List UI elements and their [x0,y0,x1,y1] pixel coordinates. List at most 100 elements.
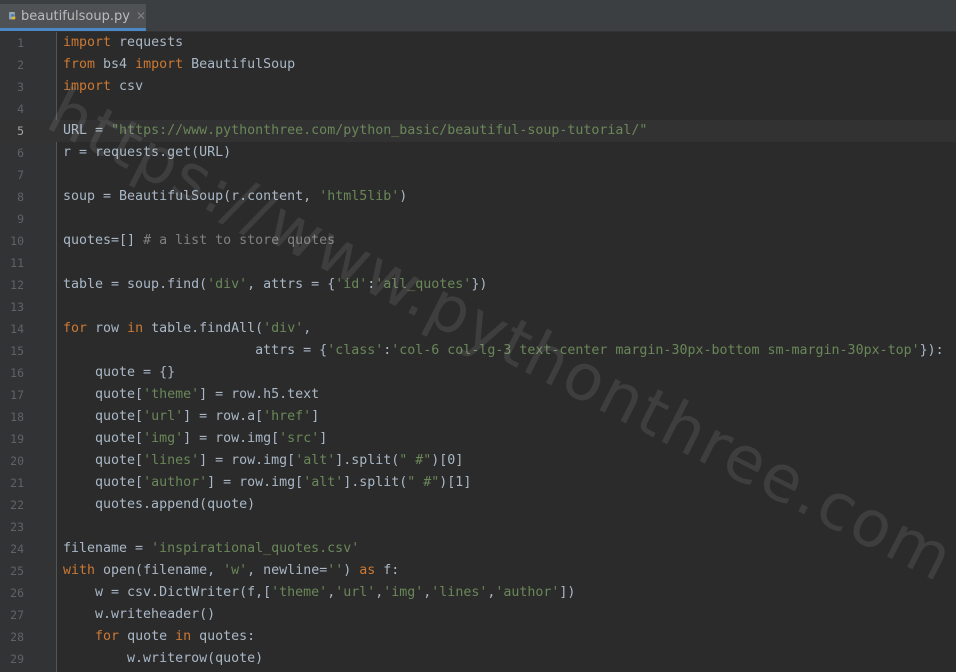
line-number: 9 [17,212,24,226]
code-token: )[0] [431,453,464,468]
line-number: 8 [17,190,24,204]
code-token: ] = row.img[ [183,431,280,446]
code-token: quote [119,629,176,644]
code-token: from [63,57,96,72]
code-token: r = requests.get(URL) [63,145,232,160]
line-number: 28 [10,630,24,644]
line-code: for row in table.findAll('div', [63,318,311,340]
code-token: }): [919,343,944,358]
code-token: " #" [399,453,432,468]
code-line[interactable]: 28 for quote in quotes: [0,626,956,648]
code-token: requests [111,35,184,50]
code-line[interactable]: 16 quote = {} [0,362,956,384]
code-line[interactable]: 2 from bs4 import BeautifulSoup [0,54,956,76]
code-token: , attrs = { [247,277,336,292]
code-token: '' [327,563,344,578]
code-line[interactable]: 18 quote['url'] = row.a['href'] [0,406,956,428]
code-token: 'url' [335,585,376,600]
code-token: 'author' [495,585,560,600]
code-token: ] = row.img[ [199,453,296,468]
code-line[interactable]: 25 with open(filename, 'w', newline='') a… [0,560,956,582]
code-line[interactable]: 15 attrs = {'class':'col-6 col-lg-3 text… [0,340,956,362]
code-token: import [63,35,112,50]
line-number: 21 [10,476,24,490]
file-tab-label: beautifulsoup.py [21,8,130,24]
code-line[interactable]: 24 filename = 'inspirational_quotes.csv' [0,538,956,560]
code-token: csv [111,79,144,94]
line-code: import requests [63,32,183,54]
line-code: import csv [63,76,143,98]
line-code: w.writeheader() [63,604,215,626]
code-line[interactable]: 21 quote['author'] = row.img['alt'].spli… [0,472,956,494]
code-token: 'alt' [303,475,344,490]
code-token: ] = row.a[ [183,409,264,424]
code-token: for [63,321,88,336]
code-token: , [303,321,312,336]
line-number: 27 [10,608,24,622]
code-token: BeautifulSoup [183,57,296,72]
code-token: filename = [63,541,152,556]
code-token: # a list to store quotes [143,233,336,248]
code-line[interactable]: 11 [0,252,956,274]
code-line[interactable]: 23 [0,516,956,538]
code-token: ].split( [343,475,408,490]
code-line[interactable]: 12 table = soup.find('div', attrs = {'id'… [0,274,956,296]
code-line[interactable]: 3 import csv [0,76,956,98]
code-token: , newline= [247,563,328,578]
line-number: 15 [10,344,24,358]
line-number: 19 [10,432,24,446]
line-code: filename = 'inspirational_quotes.csv' [63,538,359,560]
code-token: quotes: [191,629,256,644]
line-code: with open(filename, 'w', newline='') as … [63,560,399,582]
line-code: w = csv.DictWriter(f,['theme','url','img… [63,582,575,604]
code-line[interactable]: 20 quote['lines'] = row.img['alt'].split… [0,450,956,472]
line-number: 11 [10,256,24,270]
line-number: 26 [10,586,24,600]
close-tab-icon[interactable]: ✕ [136,9,146,23]
code-token: w = csv.DictWriter(f,[ [63,585,272,600]
code-line[interactable]: 9 [0,208,956,230]
code-token: quote[ [63,453,144,468]
line-number: 10 [10,234,24,248]
code-token: as [359,563,376,578]
code-line[interactable]: 29 w.writerow(quote) [0,648,956,670]
code-line[interactable]: 27 w.writeheader() [0,604,956,626]
code-line[interactable]: 22 quotes.append(quote) [0,494,956,516]
code-line[interactable]: 10 quotes=[] # a list to store quotes [0,230,956,252]
code-token: w.writeheader() [63,607,216,622]
line-number: 6 [17,146,24,160]
line-number: 29 [10,652,24,666]
code-line[interactable]: 7 [0,164,956,186]
code-line[interactable]: 17 quote['theme'] = row.h5.text [0,384,956,406]
code-token: ] [319,431,328,446]
code-line[interactable]: 4 [0,98,956,120]
file-tab[interactable]: beautifulsoup.py ✕ [0,4,146,31]
code-token: open(filename, [95,563,224,578]
code-token: quote[ [63,475,144,490]
line-code: for quote in quotes: [63,626,255,648]
code-line[interactable]: 14 for row in table.findAll('div', [0,318,956,340]
code-line[interactable]: 19 quote['img'] = row.img['src'] [0,428,956,450]
line-number: 1 [17,36,24,50]
code-line[interactable]: 5 URL = "https://www.pythonthree.com/pyth… [0,120,956,142]
code-token: ] = row.img[ [207,475,304,490]
line-number: 22 [10,498,24,512]
line-number: 3 [17,80,24,94]
code-line[interactable]: 6 r = requests.get(URL) [0,142,956,164]
code-line[interactable]: 26 w = csv.DictWriter(f,['theme','url','… [0,582,956,604]
line-number: 18 [10,410,24,424]
line-code: quotes=[] # a list to store quotes [63,230,335,252]
code-token: 'url' [143,409,184,424]
code-line[interactable]: 8 soup = BeautifulSoup(r.content, 'html5l… [0,186,956,208]
code-token: 'img' [383,585,424,600]
code-token: , [327,585,336,600]
code-line[interactable]: 13 [0,296,956,318]
line-code: soup = BeautifulSoup(r.content, 'html5li… [63,186,407,208]
line-number: 24 [10,542,24,556]
code-line[interactable]: 1 import requests [0,32,956,54]
code-token: 'href' [263,409,312,424]
code-token: 'div' [207,277,248,292]
code-token: 'lines' [431,585,488,600]
line-code: quote = {} [63,362,175,384]
